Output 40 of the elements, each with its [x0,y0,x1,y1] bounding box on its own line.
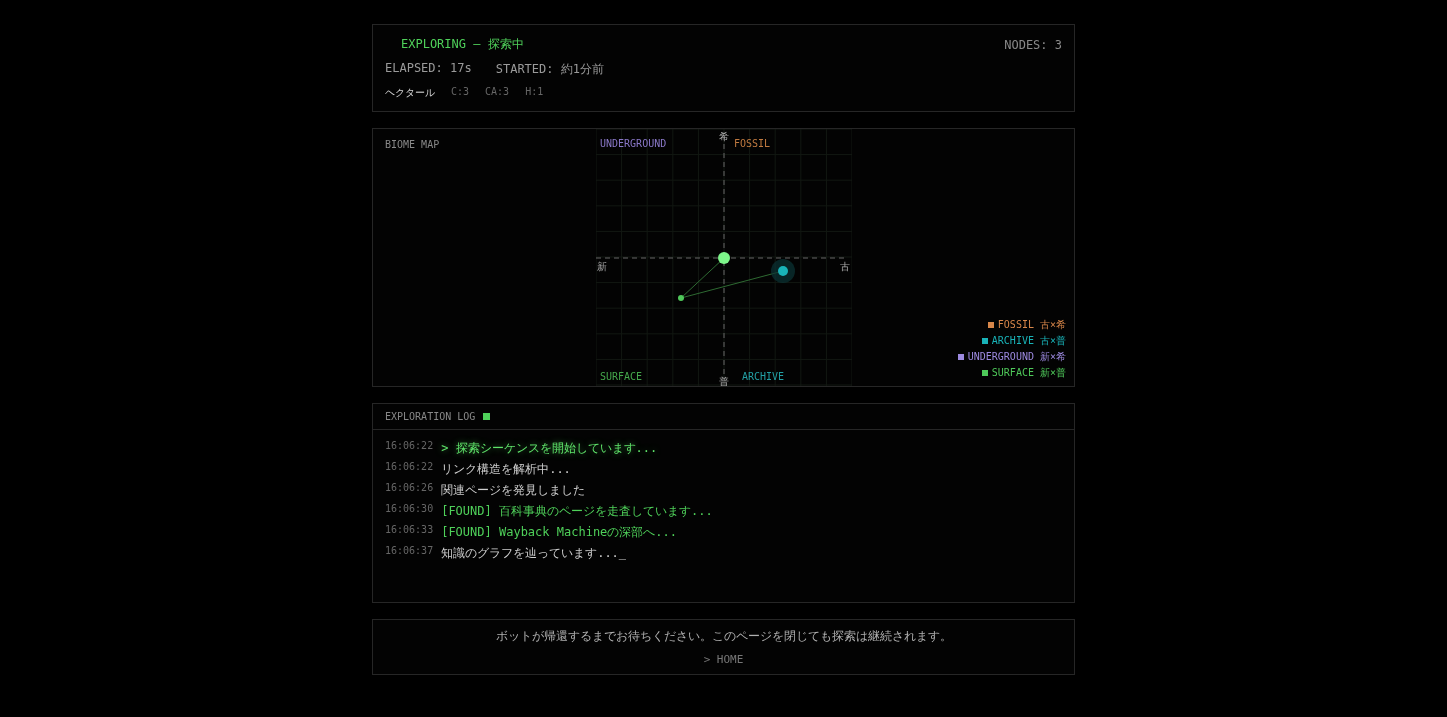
status-title: EXPLORING — 探索中 [400,36,524,53]
count-tag: CA:3 [485,86,510,100]
legend-label: UNDERGROUND 新×希 [967,350,1066,364]
quadrant-label: SURFACE [599,371,642,382]
status-indicator-icon [483,413,491,420]
axis-label: 古 [839,261,850,272]
log-message: リンク構造を解析中... [441,461,571,478]
legend-label: FOSSIL 古×希 [997,318,1066,332]
log-message: [FOUND] Wayback Machineの深部へ... [441,524,677,541]
log-time: 16:06:37 [385,545,434,558]
quadrant-label: FOSSIL [733,138,770,149]
legend-label: ARCHIVE 古×普 [991,334,1066,348]
log-time: 16:06:30 [385,503,434,516]
elapsed-time: ELAPSED: 17s [385,61,472,77]
log-time: 16:06:22 [385,461,434,474]
count-tag: H:1 [525,86,544,100]
log-time: 16:06:22 [385,440,434,453]
site-name: ヘクタール [385,86,435,100]
node-count: NODES: 3 [1004,37,1062,52]
axis-label: 普 [718,376,729,386]
log-message: 関連ページを発見しました [441,482,586,499]
map-title: BIOME MAP [385,139,440,150]
axis-label: 希 [718,131,729,142]
map-node [677,295,684,301]
start-time: STARTED: 約1分前 [495,61,604,78]
log-title: EXPLORATION LOG [385,411,476,422]
home-link[interactable]: > HOME [703,653,744,666]
log-message: > 探索シーケンスを開始しています... [441,440,658,457]
log-message: 知識のグラフを辿っています..._ [441,545,627,562]
quadrant-label: UNDERGROUND [599,138,666,149]
map-node [777,266,788,276]
quadrant-label: ARCHIVE [741,371,784,382]
count-tag: C:3 [451,86,470,100]
log-time: 16:06:33 [385,524,434,537]
map-node [717,252,730,264]
log-time: 16:06:26 [385,482,434,495]
axis-label: 新 [596,261,607,272]
legend-label: SURFACE 新×普 [991,366,1066,380]
wait-message: ボットが帰還するまでお待ちください。このページを閉じても探索は継続されます。 [495,628,952,645]
log-message: [FOUND] 百科事典のページを走査しています... [441,503,713,520]
